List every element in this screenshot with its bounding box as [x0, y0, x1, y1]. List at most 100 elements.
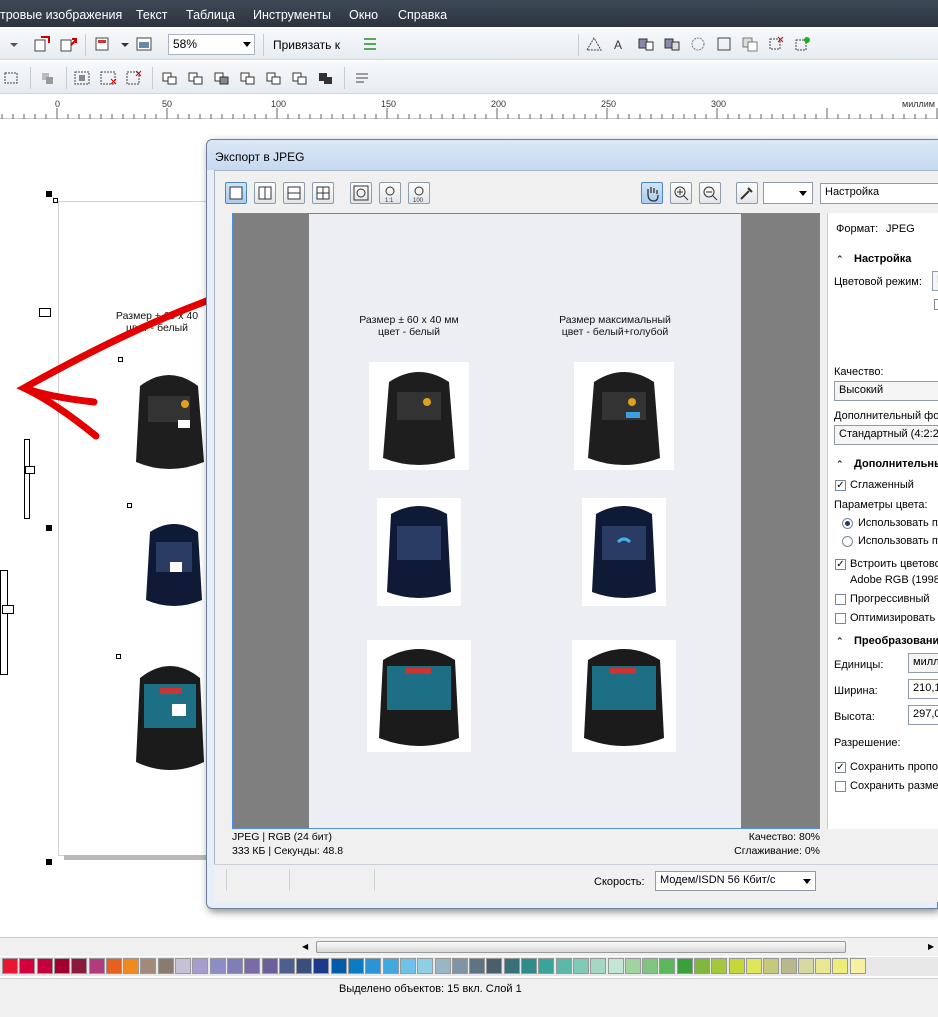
node-close-icon[interactable] [766, 35, 786, 53]
ungroup-icon[interactable] [98, 69, 118, 87]
width-input[interactable]: 210,14 [908, 679, 938, 699]
color-swatch[interactable] [382, 958, 399, 974]
text-frame-icon[interactable]: A [610, 35, 630, 53]
color-swatch[interactable] [538, 958, 555, 974]
align-icon[interactable] [72, 69, 92, 87]
selection-handle[interactable] [46, 191, 52, 197]
color-swatch[interactable] [105, 958, 122, 974]
color-swatch[interactable] [607, 958, 624, 974]
optimize-checkbox[interactable] [835, 613, 846, 624]
boundary-icon[interactable] [316, 69, 336, 87]
create-boundary-icon[interactable] [352, 69, 372, 87]
horizontal-scrollbar[interactable]: ◀ ▶ [0, 937, 938, 956]
back-minus-front-icon[interactable] [290, 69, 310, 87]
application-launcher-icon[interactable] [134, 35, 154, 53]
publish-pdf-icon[interactable] [93, 35, 113, 53]
collapse-icon[interactable]: ⌃ [836, 636, 846, 646]
zoom-in-button[interactable] [670, 182, 692, 204]
node-handle[interactable] [53, 198, 58, 203]
color-swatch[interactable] [175, 958, 191, 974]
preset-dropdown[interactable]: Настройка [820, 183, 938, 204]
intersect-icon[interactable] [212, 69, 232, 87]
dropdown-arrow-icon[interactable] [4, 35, 24, 53]
add-node-icon[interactable] [792, 35, 812, 53]
scroll-right-icon[interactable]: ▶ [928, 942, 934, 951]
scroll-left-icon[interactable]: ◀ [302, 942, 308, 951]
pan-tool-button[interactable] [641, 182, 663, 204]
transform-icon[interactable] [714, 35, 734, 53]
color-swatch[interactable] [832, 958, 849, 974]
zoom-out-button[interactable] [699, 182, 721, 204]
color-swatch[interactable] [555, 958, 572, 974]
combine-icon[interactable] [38, 69, 58, 87]
menu-tools[interactable]: Инструменты [253, 8, 331, 22]
keep-proportions-checkbox[interactable]: ✓ [835, 762, 846, 773]
color-mode-dropdown[interactable]: R [932, 271, 938, 291]
zoom-level-combo[interactable]: 58% [168, 34, 255, 55]
color-swatch[interactable] [849, 958, 866, 974]
quality-dropdown[interactable]: Высокий [834, 381, 938, 401]
color-swatch[interactable] [71, 958, 88, 974]
color-swatch[interactable] [278, 958, 295, 974]
color-swatch[interactable] [140, 958, 157, 974]
weld-icon[interactable] [160, 69, 180, 87]
color-swatch[interactable] [624, 958, 641, 974]
matte-color-dropdown[interactable] [763, 182, 813, 204]
color-swatch[interactable] [123, 958, 140, 974]
export-icon[interactable] [58, 35, 78, 53]
zoom-100-button[interactable]: 100 [408, 182, 430, 204]
snap-to-dropdown[interactable]: Привязать к [273, 38, 340, 52]
menu-bitmaps[interactable]: тровые изображения [0, 8, 122, 22]
color-swatch[interactable] [521, 958, 537, 974]
color-swatch[interactable] [157, 958, 174, 974]
bitmap-link-icon[interactable] [636, 35, 656, 53]
color-mode-option-checkbox[interactable] [934, 299, 938, 310]
scroll-thumb[interactable] [316, 941, 846, 953]
color-swatch[interactable] [451, 958, 468, 974]
smoothing-checkbox[interactable]: ✓ [835, 480, 846, 491]
circle-tool-icon[interactable] [688, 35, 708, 53]
color-swatch[interactable] [503, 958, 520, 974]
snap-options-icon[interactable] [360, 35, 380, 53]
selection-handle[interactable] [46, 525, 52, 531]
dialog-titlebar[interactable]: Экспорт в JPEG [207, 140, 938, 170]
menu-window[interactable]: Окно [349, 8, 378, 22]
node-handle[interactable] [127, 503, 132, 508]
object-outline[interactable] [0, 570, 8, 675]
group-icon[interactable] [2, 69, 22, 87]
color-swatch[interactable] [676, 958, 693, 974]
color-swatch[interactable] [417, 958, 434, 974]
color-swatch[interactable] [244, 958, 261, 974]
eyedropper-button[interactable] [736, 182, 758, 204]
color-swatch[interactable] [659, 958, 676, 974]
color-swatch[interactable] [763, 958, 780, 974]
color-swatch[interactable] [348, 958, 364, 974]
color-swatch[interactable] [590, 958, 607, 974]
color-swatch[interactable] [2, 958, 18, 974]
duplicate-icon[interactable] [740, 35, 760, 53]
color-swatch[interactable] [694, 958, 710, 974]
fit-to-window-button[interactable] [350, 182, 372, 204]
color-swatch[interactable] [36, 958, 53, 974]
trim-icon[interactable] [186, 69, 206, 87]
speed-dropdown[interactable]: Модем/ISDN 56 Кбит/с [655, 871, 816, 891]
color-swatch[interactable] [209, 958, 226, 974]
canvas-backpack-navy[interactable] [140, 518, 208, 610]
height-input[interactable]: 297,01 [908, 705, 938, 725]
keep-size-checkbox[interactable] [835, 781, 846, 792]
menu-table[interactable]: Таблица [186, 8, 235, 22]
subformat-dropdown[interactable]: Стандартный (4:2:2) [834, 425, 938, 445]
color-swatch[interactable] [745, 958, 762, 974]
color-params-radio-1[interactable] [842, 518, 853, 529]
collapse-icon[interactable]: ⌃ [836, 254, 846, 264]
preview-pane[interactable]: Размер ± 60 х 40 мм цвет - белый Размер м… [232, 213, 820, 829]
view-four-button[interactable] [312, 182, 334, 204]
progressive-checkbox[interactable] [835, 594, 846, 605]
color-swatch[interactable] [642, 958, 659, 974]
zoom-1-1-button[interactable]: 1:1 [379, 182, 401, 204]
view-two-vertical-button[interactable] [254, 182, 276, 204]
color-swatch[interactable] [261, 958, 278, 974]
node-tool-icon[interactable] [584, 35, 604, 53]
menu-text[interactable]: Текст [136, 8, 167, 22]
units-dropdown[interactable]: миллим [908, 653, 938, 673]
